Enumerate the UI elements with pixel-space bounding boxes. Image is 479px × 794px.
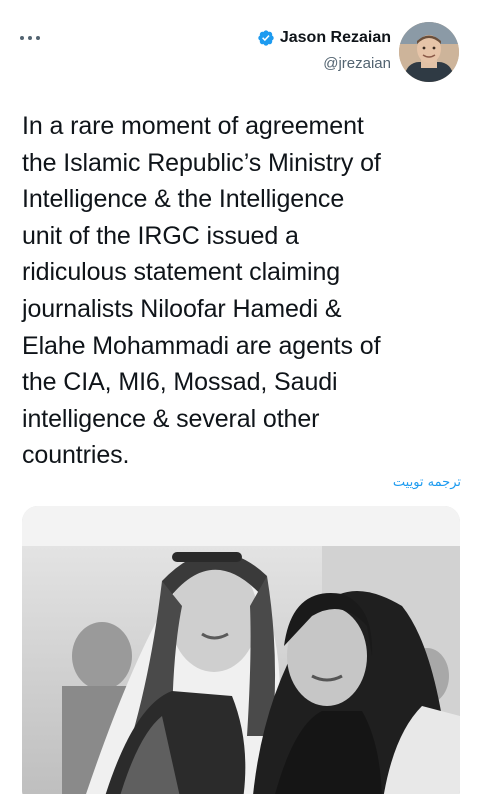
author-info[interactable]: Jason Rezaian @jrezaian [257,28,391,74]
author-name: Jason Rezaian [279,29,391,46]
tweet-line: ridiculous statement claiming [22,258,341,287]
tweet-line: unit of the IRGC issued a [22,221,299,250]
avatar[interactable] [399,22,459,82]
tweet-line: In a rare moment of agreement [22,112,364,140]
tweet-line: intelligence & several other [22,404,320,433]
tweet-line: countries. [22,441,130,470]
avatar-image [399,22,459,82]
more-horizontal-icon [20,36,24,40]
tweet-line: Intelligence & the Intelligence [22,185,345,214]
more-dot [28,36,32,40]
author-handle: @jrezaian [323,55,391,72]
photo-image [22,506,460,794]
tweet-line: Elahe Mohammadi are agents of [22,331,381,360]
tweet-line: journalists Niloofar Hamedi & [22,294,342,323]
tweet-text: In a rare moment of agreement the Islami… [22,108,462,474]
translate-tweet-link[interactable]: ترجمه توییت [393,475,461,490]
tweet-photo[interactable] [22,506,460,794]
tweet-line: the CIA, MI6, Mossad, Saudi [22,368,338,397]
more-options-button[interactable] [20,28,50,48]
verified-badge-icon [258,30,274,46]
tweet-line: the Islamic Republic’s Ministry of [22,148,381,177]
author-name-row: Jason Rezaian [257,28,391,48]
tweet-screen: Jason Rezaian @jrezaian In a rare moment… [0,0,479,794]
more-dot [36,36,40,40]
